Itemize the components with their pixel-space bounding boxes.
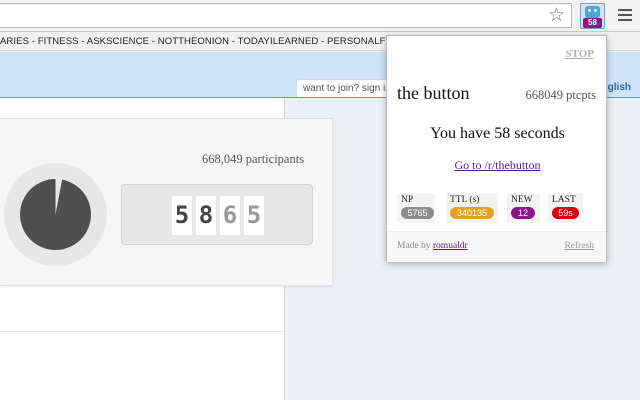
author-link[interactable]: romualdr <box>433 241 468 251</box>
robot-icon <box>585 6 600 18</box>
made-by-text: Made by romualdr <box>397 241 468 251</box>
popup-title: the button <box>397 83 470 103</box>
stat-new-value: 12 <box>511 207 535 219</box>
digit-2: 8 <box>196 196 216 235</box>
participants-count: 668,049 participants <box>202 152 305 166</box>
address-bar[interactable]: ☆ <box>0 3 572 28</box>
timer-ring[interactable] <box>4 163 107 266</box>
thebutton-link[interactable]: Go to /r/thebutton <box>387 158 608 173</box>
stat-new-label: NEW <box>511 195 533 205</box>
stat-np: NP 5765 <box>397 193 435 223</box>
stat-ttl-label: TTL (s) <box>450 195 480 205</box>
stop-link[interactable]: STOP <box>565 48 594 60</box>
hamburger-menu-icon[interactable] <box>618 9 632 21</box>
stat-new: NEW 12 <box>507 193 540 223</box>
stat-last: LAST 59s <box>548 193 583 223</box>
stat-np-value: 5765 <box>401 207 434 219</box>
timer-svg <box>55 179 63 215</box>
seconds-remaining: You have 58 seconds <box>430 125 565 142</box>
stat-ttl: TTL (s) 340135 <box>446 193 498 223</box>
extension-button[interactable]: 58 <box>580 3 605 29</box>
stat-ttl-value: 340135 <box>450 207 494 219</box>
digit-4: 5 <box>244 196 264 235</box>
timer-gap-wedge <box>55 179 63 215</box>
popup-footer: Made by romualdr Refresh <box>387 231 606 262</box>
join-link[interactable]: want to join? sign in <box>296 79 392 97</box>
digits-panel: 5 8 6 5 <box>121 184 313 245</box>
stat-np-label: NP <box>401 195 414 205</box>
browser-toolbar: ☆ 58 <box>0 0 640 32</box>
extension-popup: STOP the button 668049 ptcpts You have 5… <box>386 35 607 262</box>
timer-disc <box>20 179 91 250</box>
digit-1: 5 <box>172 196 192 235</box>
star-outline-icon[interactable]: ☆ <box>548 6 565 25</box>
refresh-link[interactable]: Refresh <box>564 241 594 251</box>
stat-last-value: 59s <box>552 207 579 219</box>
popup-participants: 668049 ptcpts <box>525 88 596 102</box>
digit-3: 6 <box>220 196 240 235</box>
extension-badge: 58 <box>583 18 602 28</box>
stat-last-label: LAST <box>552 195 576 205</box>
divider <box>0 331 284 332</box>
